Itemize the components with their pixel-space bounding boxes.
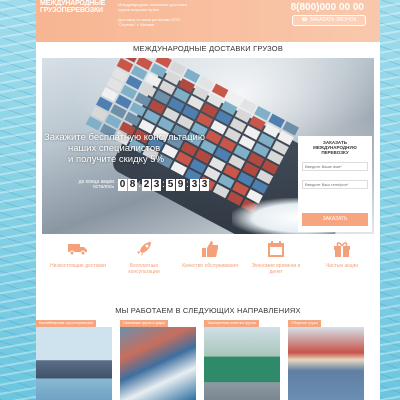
header: МЕЖДУНАРОДНЫЕ ГРУЗОПЕРЕВОЗКИ Международн…	[36, 0, 380, 42]
phone-number[interactable]: 8(800)000 00 00	[291, 2, 364, 13]
offer-line-3: и получите скидку 5%	[68, 154, 165, 165]
offer-line-2: наших специалистов	[68, 143, 161, 154]
callback-button[interactable]: ☎ ЗАКАЗАТЬ ЗВОНОК	[292, 15, 366, 26]
feature-item: Качество обслуживания	[182, 238, 238, 269]
customs-gate-image	[204, 327, 280, 400]
directions-cards: Контейнерные грузоперевозки Сезонные гру…	[36, 320, 380, 400]
feature-item: Бесплатные консультации	[116, 238, 172, 275]
feature-label: Бесплатные консультации	[128, 263, 160, 275]
timer-digit: 8	[128, 179, 137, 191]
directions-section-title: МЫ РАБОТАЕМ В СЛЕДУЮЩИХ НАПРАВЛЕНИЯХ	[115, 306, 301, 315]
countdown-timer: 0 8 : 2 3 : 5 9 : 3 3	[118, 179, 209, 191]
timer-digit: 3	[190, 179, 199, 191]
direction-card-label: Сборные грузы	[288, 320, 321, 327]
feature-label: Низкостоящие доставки	[50, 263, 106, 269]
callback-label: ЗАКАЗАТЬ ЗВОНОК	[309, 17, 357, 23]
timer-digit: 0	[118, 179, 127, 191]
container-ship-image	[36, 327, 112, 400]
offer-text: Закажите бесплатную консультацию наших с…	[42, 132, 212, 165]
timer-digit: 5	[166, 179, 175, 191]
truck-icon	[67, 238, 89, 260]
rocket-icon	[133, 238, 155, 260]
phone-input[interactable]	[302, 180, 368, 189]
tagline: Международная логистика: доставка грузов…	[118, 2, 187, 12]
order-submit-button[interactable]: ЗАКАЗАТЬ	[302, 213, 368, 226]
feature-label: Частые акции	[325, 263, 359, 269]
logo[interactable]: МЕЖДУНАРОДНЫЕ ГРУЗОПЕРЕВОЗКИ	[40, 0, 105, 14]
timer-separator: :	[138, 179, 141, 190]
direction-card-label: Контейнерные грузоперевозки	[36, 320, 96, 327]
timer-digit: 3	[152, 179, 161, 191]
feature-label: Экономия времени и денег	[251, 263, 301, 275]
page-container: МЕЖДУНАРОДНЫЕ ГРУЗОПЕРЕВОЗКИ Международн…	[36, 0, 380, 400]
name-input[interactable]	[302, 162, 368, 171]
feature-label: Качество обслуживания	[182, 263, 238, 269]
direction-card-label: Таможенная очистка грузов	[204, 320, 259, 327]
calendar-icon	[265, 238, 287, 260]
timer-digit: 2	[142, 179, 151, 191]
cargo-ship-image	[120, 327, 196, 400]
direction-card[interactable]: Сезонные грузы и дары	[120, 320, 196, 400]
direction-card[interactable]: Таможенная очистка грузов	[204, 320, 280, 400]
gift-icon	[331, 238, 353, 260]
form-title: ЗАКАЗАТЬ МЕЖДУНАРОДНУЮ ПЕРЕВОЗКУ	[313, 140, 357, 155]
port-containers-image	[288, 327, 364, 400]
feature-item: Низкостоящие доставки	[50, 238, 106, 269]
direction-card-label: Сезонные грузы и дары	[120, 320, 168, 327]
offer-line-1: Закажите бесплатную консультацию	[44, 132, 205, 143]
hero-section-title: МЕЖДУНАРОДНЫЕ ДОСТАВКИ ГРУЗОВ	[132, 44, 284, 53]
logo-line1: МЕЖДУНАРОДНЫЕ	[40, 0, 106, 7]
timer-label: до конца акции осталось	[78, 179, 114, 190]
thumbs-up-icon	[199, 238, 221, 260]
feature-item: Экономия времени и денег	[248, 238, 304, 275]
timer-separator: :	[186, 179, 189, 190]
logo-line2: ГРУЗОПЕРЕВОЗКИ	[40, 7, 103, 14]
direction-card[interactable]: Контейнерные грузоперевозки	[36, 320, 112, 400]
address: Доставка по всем регионам ООО "Сертекс" …	[118, 17, 180, 27]
phone-icon: ☎	[301, 17, 308, 23]
hero-banner: Закажите бесплатную консультацию наших с…	[42, 58, 374, 234]
timer-digit: 9	[176, 179, 185, 191]
order-form: ЗАКАЗАТЬ МЕЖДУНАРОДНУЮ ПЕРЕВОЗКУ ЗАКАЗАТ…	[298, 136, 372, 232]
timer-separator: :	[162, 179, 165, 190]
features-row: Низкостоящие доставки Бесплатные консуль…	[36, 238, 380, 298]
feature-item: Частые акции	[314, 238, 370, 269]
direction-card[interactable]: Сборные грузы	[288, 320, 364, 400]
timer-digit: 3	[200, 179, 209, 191]
